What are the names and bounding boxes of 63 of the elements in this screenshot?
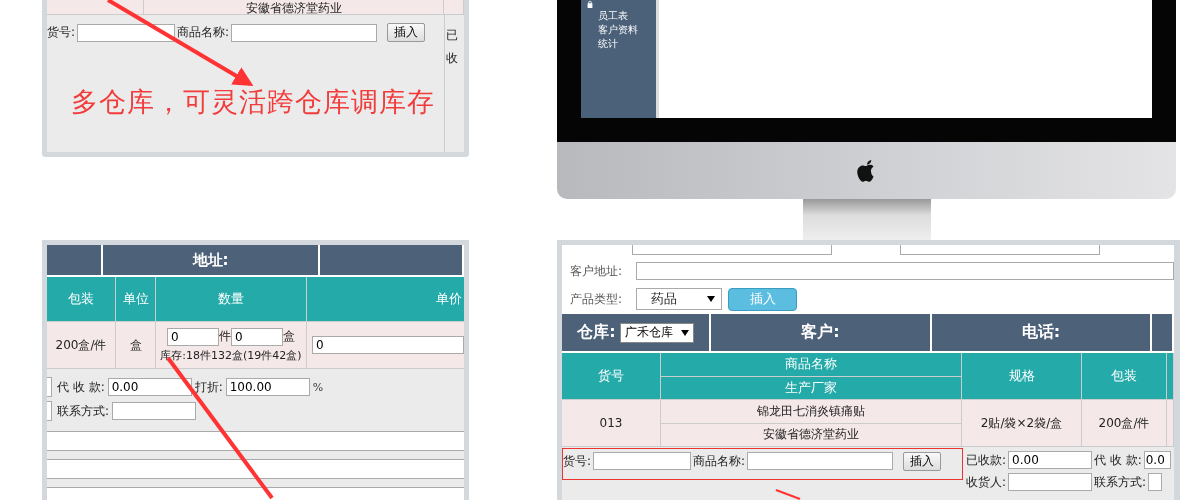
insert-button[interactable]: 插入 xyxy=(387,23,426,42)
field-label: 产品类型: xyxy=(570,290,624,308)
field-label: 联系方式: xyxy=(57,402,110,420)
input-field[interactable] xyxy=(231,23,378,42)
sidebar-item[interactable]: 统计 xyxy=(586,38,656,50)
field-label: 联系方式: xyxy=(1094,473,1147,491)
input-field[interactable] xyxy=(636,262,1174,280)
table-cell: 200盒/件 xyxy=(47,322,116,368)
table-cell: 安徽省德济堂药业 xyxy=(661,422,961,446)
input-field[interactable] xyxy=(77,23,176,42)
input-field[interactable]: 0 xyxy=(231,327,283,346)
field-label: 代 收 款: xyxy=(57,378,105,396)
column-header: 单价 xyxy=(435,290,463,308)
field-label: 商品名称: xyxy=(177,24,230,41)
input-field[interactable] xyxy=(1008,473,1093,491)
warehouse-dropdown[interactable]: 广禾仓库 xyxy=(619,322,694,343)
input-field[interactable] xyxy=(747,452,894,470)
input-field[interactable]: 0 xyxy=(312,336,464,354)
header-label: 仓库: xyxy=(577,322,616,343)
unit-label: 件 xyxy=(219,328,231,345)
unit-label: 盒 xyxy=(283,328,295,345)
input-field[interactable] xyxy=(632,245,832,255)
input-field[interactable]: 0.0 xyxy=(1143,451,1171,469)
table-cell: 盒 xyxy=(116,322,156,368)
caret-icon xyxy=(680,329,689,336)
header-label: 地址: xyxy=(103,245,320,275)
caption-text: 多仓库，可灵活跨仓库调库存 xyxy=(71,87,435,117)
sidebar-item[interactable]: 客户资料 xyxy=(586,24,656,36)
caret-icon xyxy=(707,296,715,302)
field-label: 代 收 款: xyxy=(1094,451,1142,469)
field-label: 打折: xyxy=(194,378,223,396)
input-field[interactable]: 100.00 xyxy=(225,378,310,396)
input-field[interactable]: 0 xyxy=(167,327,219,346)
input-field[interactable]: 0.00 xyxy=(107,378,192,396)
field-label: 货号: xyxy=(47,24,76,41)
dropdown[interactable]: 药品 xyxy=(636,288,722,310)
field-label: 收 xyxy=(446,50,459,67)
field-label: 货号: xyxy=(563,452,592,470)
header-label: 客户: xyxy=(711,314,932,351)
field-label: 商品名称: xyxy=(693,452,746,470)
field-label: 已 xyxy=(446,27,459,44)
sidebar-item[interactable]: 员工表 xyxy=(586,10,656,22)
input-field[interactable]: 0.00 xyxy=(1008,451,1093,469)
table-cell-text: 锦龙田七消炎镇痛贴 xyxy=(756,402,866,420)
percent-sign: % xyxy=(312,380,324,394)
input-field[interactable] xyxy=(47,377,52,397)
table-cell: 200盒/件 xyxy=(1082,400,1167,446)
header-label: 电话: xyxy=(932,314,1152,351)
insert-button[interactable]: 插入 xyxy=(903,451,942,471)
input-field[interactable] xyxy=(1148,473,1163,491)
field-label: 已收款: xyxy=(966,451,1007,469)
table-cell: 安徽省德济堂药业 xyxy=(144,0,444,14)
field-label: 客户地址: xyxy=(570,262,624,280)
lock-icon xyxy=(586,0,594,8)
input-field[interactable] xyxy=(593,452,692,470)
table-cell: 2贴/袋×2袋/盒 xyxy=(962,400,1082,446)
column-header: 商品名称 xyxy=(784,355,838,374)
stock-text: 库存:18件132盒(19件42盒) xyxy=(160,347,302,363)
input-field[interactable] xyxy=(112,402,197,420)
field-label: 收货人: xyxy=(966,473,1007,491)
table-cell: 013 xyxy=(562,400,661,446)
input-field[interactable] xyxy=(47,401,52,421)
input-field[interactable] xyxy=(900,245,1100,255)
